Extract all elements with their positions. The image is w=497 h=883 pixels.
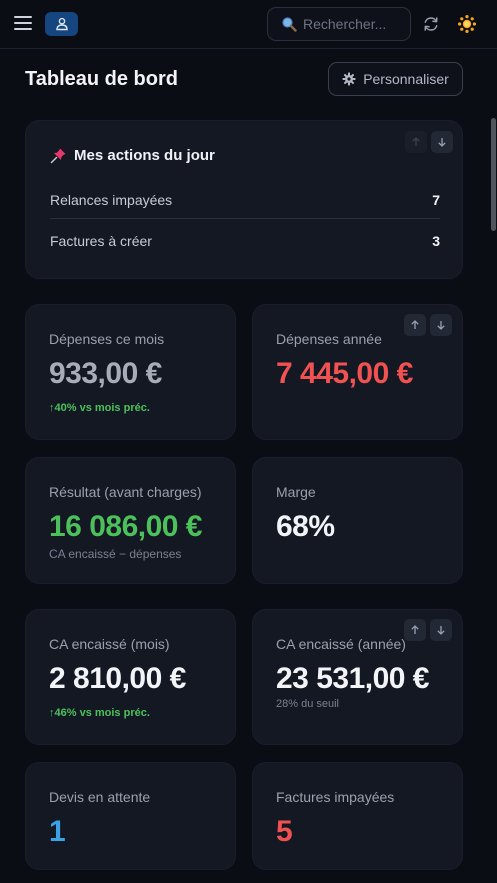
hamburger-menu-icon[interactable]: [14, 16, 32, 32]
page-title: Tableau de bord: [25, 68, 178, 90]
theme-sun-icon[interactable]: [457, 14, 477, 34]
move-up-button[interactable]: [404, 314, 426, 336]
stat-label: Marge: [276, 484, 316, 500]
stat-value: 68%: [276, 510, 335, 543]
stat-note: CA encaissé − dépenses: [49, 547, 182, 561]
card-move-controls: [404, 314, 452, 336]
actions-title-text: Mes actions du jour: [74, 147, 215, 164]
action-item-count: 7: [432, 191, 440, 208]
stat-trend: ↑40% vs mois préc.: [49, 402, 150, 414]
pushpin-icon: [50, 148, 66, 164]
search-input[interactable]: [303, 16, 409, 32]
action-item-factures[interactable]: Factures à créer 3: [50, 222, 440, 260]
stat-card-depenses-mois: Dépenses ce mois 933,00 € ↑40% vs mois p…: [25, 304, 236, 440]
stat-label: CA encaissé (année): [276, 636, 406, 652]
move-up-button[interactable]: [404, 619, 426, 641]
stat-value: 23 531,00 €: [276, 662, 429, 695]
move-up-button[interactable]: [405, 131, 427, 153]
stat-value: 933,00 €: [49, 357, 162, 390]
customize-label: Personnaliser: [363, 71, 449, 87]
move-down-button[interactable]: [430, 619, 452, 641]
search-icon: [282, 17, 297, 32]
arrow-up-icon: [411, 320, 419, 329]
daily-actions-card: Mes actions du jour Relances impayées 7 …: [25, 120, 463, 279]
arrow-down-icon: [438, 138, 446, 147]
arrow-down-icon: [437, 626, 445, 635]
user-icon: [55, 17, 68, 31]
stat-card-ca-mois: CA encaissé (mois) 2 810,00 € ↑46% vs mo…: [25, 609, 236, 745]
actions-title: Mes actions du jour: [50, 147, 215, 164]
gear-icon: [342, 72, 356, 86]
user-button[interactable]: [45, 12, 78, 36]
stat-card-ca-annee: CA encaissé (année) 23 531,00 € 28% du s…: [252, 609, 463, 745]
arrow-down-icon: [437, 321, 445, 330]
stat-label: Factures impayées: [276, 789, 395, 805]
stat-card-marge: Marge 68%: [252, 457, 463, 584]
stat-value: 5: [276, 815, 293, 848]
stat-label: Dépenses année: [276, 331, 382, 347]
action-item-label: Factures à créer: [50, 233, 152, 249]
stat-label: CA encaissé (mois): [49, 636, 170, 652]
stat-card-depenses-annee: Dépenses année 7 445,00 €: [252, 304, 463, 440]
stat-note: 28% du seuil: [276, 698, 339, 710]
stat-value: 16 086,00 €: [49, 510, 202, 543]
customize-button[interactable]: Personnaliser: [328, 62, 463, 96]
refresh-icon[interactable]: [422, 15, 440, 33]
move-down-button[interactable]: [430, 314, 452, 336]
action-item-label: Relances impayées: [50, 191, 173, 208]
arrow-up-icon: [412, 137, 420, 146]
stat-label: Résultat (avant charges): [49, 484, 202, 500]
top-bar: [0, 0, 497, 49]
stat-card-factures-impayees: Factures impayées 5: [252, 762, 463, 870]
action-item-relances[interactable]: Relances impayées 7: [50, 181, 440, 219]
scrollbar-thumb[interactable]: [491, 118, 496, 231]
stat-label: Devis en attente: [49, 789, 151, 805]
search-box[interactable]: [267, 7, 411, 41]
arrow-up-icon: [411, 625, 419, 634]
stat-trend: ↑46% vs mois préc.: [49, 707, 150, 719]
card-move-controls: [404, 619, 452, 641]
stat-value: 2 810,00 €: [49, 662, 186, 695]
stat-value: 7 445,00 €: [276, 357, 413, 390]
stat-card-devis: Devis en attente 1: [25, 762, 236, 870]
stat-value: 1: [49, 815, 66, 848]
action-item-count: 3: [432, 233, 440, 249]
card-move-controls: [405, 131, 453, 153]
stat-card-resultat: Résultat (avant charges) 16 086,00 € CA …: [25, 457, 236, 584]
stat-label: Dépenses ce mois: [49, 331, 165, 347]
move-down-button[interactable]: [431, 131, 453, 153]
